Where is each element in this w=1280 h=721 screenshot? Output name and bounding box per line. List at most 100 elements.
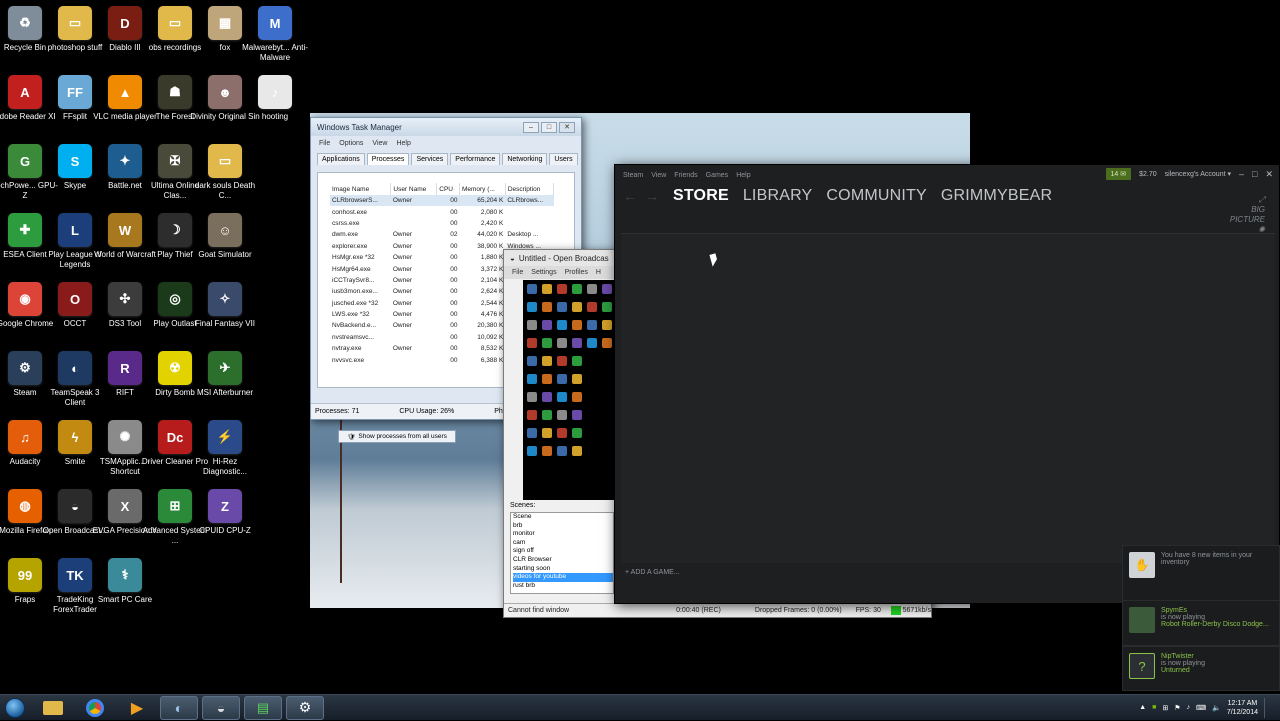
task-manager-titlebar[interactable]: Windows Task Manager – □ ✕ [311,118,581,136]
maximize-button[interactable]: □ [541,121,557,133]
tab-networking[interactable]: Networking [502,153,548,165]
table-cell: 2,544 K [480,299,504,307]
desktop-icon[interactable]: ▭ dark souls Death C... [190,140,260,201]
scene-item[interactable]: sign off [513,547,613,556]
table-cell: 44,020 K [477,231,504,239]
nav-community[interactable]: COMMUNITY [826,187,926,205]
nav-library[interactable]: LIBRARY [743,187,813,205]
scene-item[interactable]: Scene [513,513,613,522]
big-picture-button[interactable]: ⤢ BIG PICTURE ✺ [1221,195,1265,235]
nav-store[interactable]: STORE [673,187,729,205]
maximize-button[interactable]: □ [1252,169,1257,179]
desktop-icon[interactable]: ⚕ Smart PC Care [90,554,160,605]
nav-profile[interactable]: GRIMMYBEAR [941,187,1052,205]
menu-help[interactable]: Help [396,140,410,147]
taskbar-chrome[interactable] [76,696,114,720]
preview-icon [557,302,567,312]
clock[interactable]: 12:17 AM 7/12/2014 [1227,699,1258,717]
menu-options[interactable]: Options [339,140,363,147]
preview-icon [602,302,612,312]
add-game-button[interactable]: + ADD A GAME... [625,569,680,576]
back-arrow-icon[interactable]: ← [623,188,637,204]
tab-services[interactable]: Services [411,153,449,165]
preview-icon [527,374,537,384]
tab-applications[interactable]: Applications [317,153,365,165]
scene-item[interactable]: cam [513,539,613,548]
network-icon[interactable]: ⊞ [1162,704,1168,712]
taskbar-explorer[interactable] [34,696,72,720]
teamspeak-icon: ◐ [58,351,92,385]
table-row[interactable]: dwm.exe Owner 02 44,020 K Desktop ... [330,229,554,240]
speaker-icon[interactable]: 🔈 [1212,704,1221,712]
notifications-badge[interactable]: 14 ✉ [1105,168,1132,180]
desktop-icon[interactable]: ✈ MSI Afterburner [190,347,260,398]
show-desktop-button[interactable] [1264,697,1272,718]
table-row[interactable]: CLRbrowserS... Owner 00 65,204 K CLRbrows... [330,195,554,207]
desktop-icon-label: Final Fantasy VII [194,319,256,328]
inventory-notification[interactable]: ✋ You have 8 new items in your inventory [1122,545,1280,601]
taskbar-teamspeak[interactable]: ◐ [160,695,198,720]
column-cpu[interactable]: CPU [436,183,460,195]
tab-performance[interactable]: Performance [450,153,501,165]
clock-date: 7/12/2014 [1226,708,1258,716]
scene-item[interactable]: brb [513,522,613,531]
friend-playing-notification[interactable]: ? NipTwister is now playing Unturned [1122,646,1280,691]
scenes-list[interactable]: Scene brb monitor cam sign off CLR Browser sta… [510,512,614,594]
column-user-name[interactable]: User Name [390,183,438,195]
steam-menu-friends[interactable]: Friends [674,172,697,179]
desktop-icon[interactable]: M Malwarebyt... Anti-Malware [240,2,310,63]
scene-item[interactable]: videos for youtube [513,573,613,582]
preview-icon [542,428,552,438]
table-row[interactable]: conhost.exe 00 2,080 K [330,206,554,217]
desktop-icon[interactable]: Z CPUID CPU-Z [190,485,260,536]
minimize-button[interactable]: – [523,121,539,133]
obs-statusbar: Cannot find window 0:00:40 (REC) Dropped… [504,603,931,617]
forward-arrow-icon[interactable]: → [645,188,659,204]
column-image-name[interactable]: Image Name [330,183,392,195]
obs-menu-help[interactable]: H [596,269,601,276]
table-cell: 00 [450,242,458,250]
table-cell: 00 [450,288,458,296]
tab-users[interactable]: Users [549,153,578,165]
scene-item[interactable]: monitor [513,530,613,539]
scene-item[interactable]: starting soon [513,565,613,574]
start-button[interactable] [0,695,30,721]
show-hidden-icons-icon[interactable]: ▲ [1139,704,1146,711]
menu-file[interactable]: File [319,140,330,147]
table-cell: 8,532 K [480,345,504,353]
close-button[interactable]: ✕ [1265,169,1273,180]
steam-menu-games[interactable]: Games [706,172,729,179]
minimize-button[interactable]: – [1239,169,1244,179]
taskbar-media[interactable]: ▶ [118,696,156,720]
account-menu[interactable]: silencexg's Account ▾ [1165,170,1231,178]
column-description[interactable]: Description [505,183,555,195]
obs-menu-profiles[interactable]: Profiles [565,269,588,276]
steam-menu-steam[interactable]: Steam [623,172,643,179]
tab-processes[interactable]: Processes [366,153,410,165]
volume-icon[interactable]: ♪ [1187,704,1191,711]
desktop-icon-label: Malwarebyt... Anti-Malware [242,43,308,62]
steam-window[interactable]: Steam View Friends Games Help 14 ✉ $2.70… [614,164,1280,604]
steam-menu-help[interactable]: Help [736,172,750,179]
close-button[interactable]: ✕ [559,121,575,133]
nvidia-tray-icon[interactable]: ■ [1152,704,1156,711]
scene-item[interactable]: CLR Browser [513,556,613,565]
flag-icon[interactable]: ⚑ [1174,704,1180,712]
taskbar-steam[interactable]: ⚙ [286,695,324,720]
taskbar-obs[interactable]: ◒ [202,695,240,720]
table-row[interactable]: csrss.exe 00 2,420 K [330,218,554,229]
scene-item[interactable]: rust brb [513,582,613,591]
taskbar-task-manager[interactable]: ▤ [244,695,282,720]
desktop-icon[interactable]: ⚡ Hi-Rez Diagnostic... [190,416,260,477]
steam-menu-view[interactable]: View [651,172,666,179]
desktop-icon[interactable]: ♪ hooting [240,71,310,122]
column-memory[interactable]: Memory (... [459,183,506,195]
keyboard-icon[interactable]: ⌨ [1196,704,1206,712]
show-all-processes-button[interactable]: 🛡 Show processes from all users [338,430,456,443]
obs-menu-file[interactable]: File [512,269,523,276]
desktop-icon[interactable]: ✧ Final Fantasy VII [190,278,260,329]
desktop-icon[interactable]: ☺ Goat Simulator [190,209,260,260]
friend-playing-notification[interactable]: SpymEs is now playing Robot Roller-Derby… [1122,600,1280,646]
menu-view[interactable]: View [372,140,387,147]
obs-menu-settings[interactable]: Settings [531,269,556,276]
